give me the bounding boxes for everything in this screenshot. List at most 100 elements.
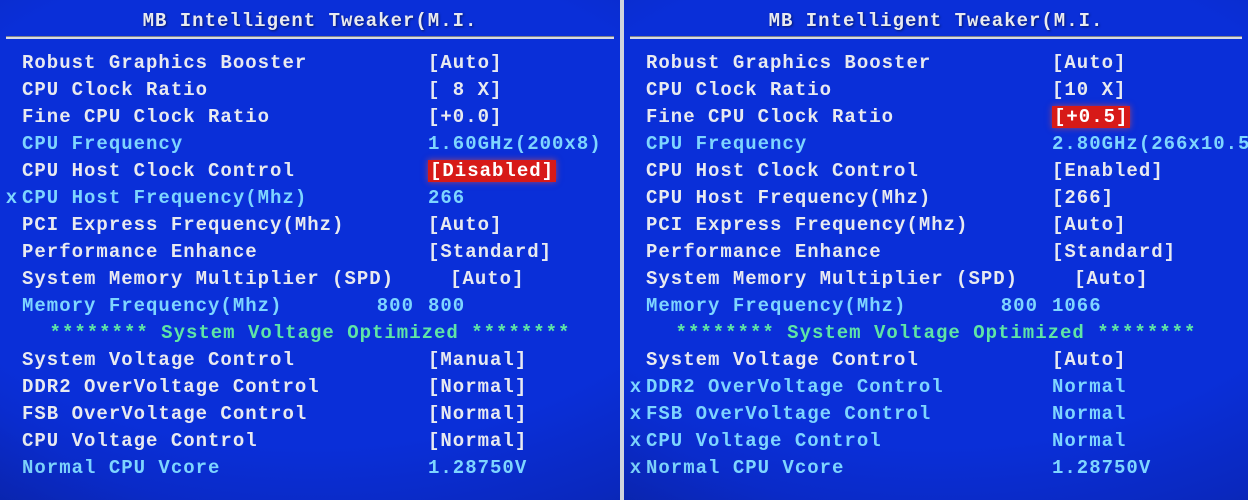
setting-value: 1.28750V bbox=[1052, 457, 1230, 479]
setting-label: Performance Enhance bbox=[646, 241, 996, 263]
setting-value[interactable]: [Disabled] bbox=[428, 160, 602, 182]
setting-row[interactable]: System Memory Multiplier (SPD) [Auto] bbox=[646, 265, 1230, 292]
title-text: MB Intelligent Tweaker(M.I. bbox=[769, 10, 1104, 32]
setting-row[interactable]: System Memory Multiplier (SPD)[Auto] bbox=[22, 265, 602, 292]
disabled-marker: x bbox=[626, 457, 646, 479]
disabled-marker: x bbox=[626, 376, 646, 398]
setting-row: Normal CPU Vcore 1.28750V bbox=[22, 454, 602, 481]
setting-row: xCPU Voltage ControlNormal bbox=[646, 427, 1230, 454]
setting-row[interactable]: System Voltage Control [Auto] bbox=[646, 346, 1230, 373]
setting-row[interactable]: CPU Host Clock Control [Disabled] bbox=[22, 157, 602, 184]
setting-value[interactable]: [Auto] bbox=[1052, 52, 1230, 74]
setting-value[interactable]: [Manual] bbox=[428, 349, 602, 371]
setting-label: CPU Clock Ratio bbox=[22, 79, 372, 101]
setting-label: DDR2 OverVoltage Control bbox=[646, 376, 996, 398]
bios-panel-left: MB Intelligent Tweaker(M.I. Robust Graph… bbox=[0, 0, 624, 500]
setting-row[interactable]: CPU Clock Ratio [ 8 X] bbox=[22, 76, 602, 103]
setting-label: Normal CPU Vcore bbox=[22, 457, 372, 479]
setting-row[interactable]: CPU Host Frequency(Mhz) [266] bbox=[646, 184, 1230, 211]
setting-label: CPU Voltage Control bbox=[22, 430, 372, 452]
setting-label: Normal CPU Vcore bbox=[646, 457, 996, 479]
setting-value: Normal bbox=[1052, 430, 1230, 452]
setting-value[interactable]: [Auto] bbox=[1074, 268, 1230, 290]
disabled-marker: x bbox=[2, 187, 22, 209]
setting-extra: 800 bbox=[372, 295, 428, 317]
setting-value: Normal bbox=[1052, 376, 1230, 398]
setting-value: 1066 bbox=[1052, 295, 1230, 317]
disabled-marker: x bbox=[626, 403, 646, 425]
setting-label: Robust Graphics Booster bbox=[22, 52, 372, 74]
setting-value[interactable]: [Standard] bbox=[428, 241, 602, 263]
setting-row[interactable]: Performance Enhance[Standard] bbox=[22, 238, 602, 265]
setting-row[interactable]: Performance Enhance [Standard] bbox=[646, 238, 1230, 265]
setting-value[interactable]: [Auto] bbox=[428, 214, 602, 236]
panel-title: MB Intelligent Tweaker(M.I. bbox=[0, 0, 620, 34]
setting-row[interactable]: PCI Express Frequency(Mhz) [Auto] bbox=[646, 211, 1230, 238]
setting-value[interactable]: [Normal] bbox=[428, 376, 602, 398]
setting-row[interactable]: Robust Graphics Booster [Auto] bbox=[22, 49, 602, 76]
setting-label: System Memory Multiplier (SPD) bbox=[646, 268, 1018, 290]
setting-value[interactable]: [+0.5] bbox=[1052, 106, 1230, 128]
panel-title: MB Intelligent Tweaker(M.I. bbox=[624, 0, 1248, 34]
setting-row: Memory Frequency(Mhz)800800 bbox=[22, 292, 602, 319]
setting-row: xNormal CPU Vcore1.28750V bbox=[646, 454, 1230, 481]
setting-label: CPU Frequency bbox=[646, 133, 996, 155]
setting-label: FSB OverVoltage Control bbox=[646, 403, 996, 425]
setting-row: xDDR2 OverVoltage ControlNormal bbox=[646, 373, 1230, 400]
setting-value[interactable]: [Auto] bbox=[450, 268, 602, 290]
setting-label: Memory Frequency(Mhz) bbox=[646, 295, 996, 317]
setting-value: Normal bbox=[1052, 403, 1230, 425]
setting-label: PCI Express Frequency(Mhz) bbox=[646, 214, 996, 236]
setting-value: 800 bbox=[428, 295, 602, 317]
setting-label: CPU Voltage Control bbox=[646, 430, 996, 452]
voltage-banner: ******** System Voltage Optimized ******… bbox=[624, 319, 1248, 346]
setting-row[interactable]: CPU Host Clock Control [Enabled] bbox=[646, 157, 1230, 184]
setting-label: CPU Host Clock Control bbox=[646, 160, 996, 182]
setting-row: xCPU Host Frequency(Mhz)266 bbox=[22, 184, 602, 211]
setting-row[interactable]: System Voltage Control [Manual] bbox=[22, 346, 602, 373]
setting-row[interactable]: DDR2 OverVoltage Control[Normal] bbox=[22, 373, 602, 400]
setting-label: Robust Graphics Booster bbox=[646, 52, 996, 74]
setting-value[interactable]: [Normal] bbox=[428, 430, 602, 452]
setting-value[interactable]: [Auto] bbox=[428, 52, 602, 74]
setting-row[interactable]: CPU Voltage Control [Normal] bbox=[22, 427, 602, 454]
setting-value[interactable]: [266] bbox=[1052, 187, 1230, 209]
setting-label: Fine CPU Clock Ratio bbox=[646, 106, 996, 128]
setting-label: System Voltage Control bbox=[646, 349, 996, 371]
setting-value[interactable]: [+0.0] bbox=[428, 106, 602, 128]
setting-value[interactable]: [Enabled] bbox=[1052, 160, 1230, 182]
title-text: MB Intelligent Tweaker(M.I. bbox=[143, 10, 478, 32]
setting-row[interactable]: Fine CPU Clock Ratio [+0.5] bbox=[646, 103, 1230, 130]
setting-row: xFSB OverVoltage ControlNormal bbox=[646, 400, 1230, 427]
setting-label: CPU Frequency bbox=[22, 133, 372, 155]
setting-value[interactable]: [Standard] bbox=[1052, 241, 1230, 263]
setting-value: 1.60GHz(200x8) bbox=[428, 133, 602, 155]
setting-row: Memory Frequency(Mhz)8001066 bbox=[646, 292, 1230, 319]
setting-row[interactable]: Robust Graphics Booster [Auto] bbox=[646, 49, 1230, 76]
setting-row[interactable]: FSB OverVoltage Control [Normal] bbox=[22, 400, 602, 427]
setting-label: CPU Host Frequency(Mhz) bbox=[646, 187, 996, 209]
setting-row[interactable]: CPU Clock Ratio [10 X] bbox=[646, 76, 1230, 103]
setting-label: FSB OverVoltage Control bbox=[22, 403, 372, 425]
setting-value[interactable]: [Normal] bbox=[428, 403, 602, 425]
voltage-banner: ******** System Voltage Optimized ******… bbox=[0, 319, 620, 346]
setting-value: 1.28750V bbox=[428, 457, 602, 479]
setting-label: CPU Host Clock Control bbox=[22, 160, 372, 182]
setting-label: Fine CPU Clock Ratio bbox=[22, 106, 372, 128]
settings-list: Robust Graphics Booster[Auto]CPU Clock R… bbox=[0, 49, 620, 319]
setting-label: Memory Frequency(Mhz) bbox=[22, 295, 372, 317]
disabled-marker: x bbox=[626, 430, 646, 452]
setting-row[interactable]: Fine CPU Clock Ratio [+0.0] bbox=[22, 103, 602, 130]
setting-value: 2.80GHz(266x10.5) bbox=[1052, 133, 1248, 155]
setting-label: CPU Host Frequency(Mhz) bbox=[22, 187, 372, 209]
setting-label: System Voltage Control bbox=[22, 349, 372, 371]
settings-list: Robust Graphics Booster[Auto]CPU Clock R… bbox=[624, 49, 1248, 319]
setting-value[interactable]: [ 8 X] bbox=[428, 79, 602, 101]
setting-label: PCI Express Frequency(Mhz) bbox=[22, 214, 372, 236]
setting-row[interactable]: PCI Express Frequency(Mhz) [Auto] bbox=[22, 211, 602, 238]
setting-value[interactable]: [Auto] bbox=[1052, 214, 1230, 236]
setting-value[interactable]: [Auto] bbox=[1052, 349, 1230, 371]
setting-value[interactable]: [10 X] bbox=[1052, 79, 1230, 101]
setting-label: CPU Clock Ratio bbox=[646, 79, 996, 101]
setting-row: CPU Frequency 1.60GHz(200x8) bbox=[22, 130, 602, 157]
